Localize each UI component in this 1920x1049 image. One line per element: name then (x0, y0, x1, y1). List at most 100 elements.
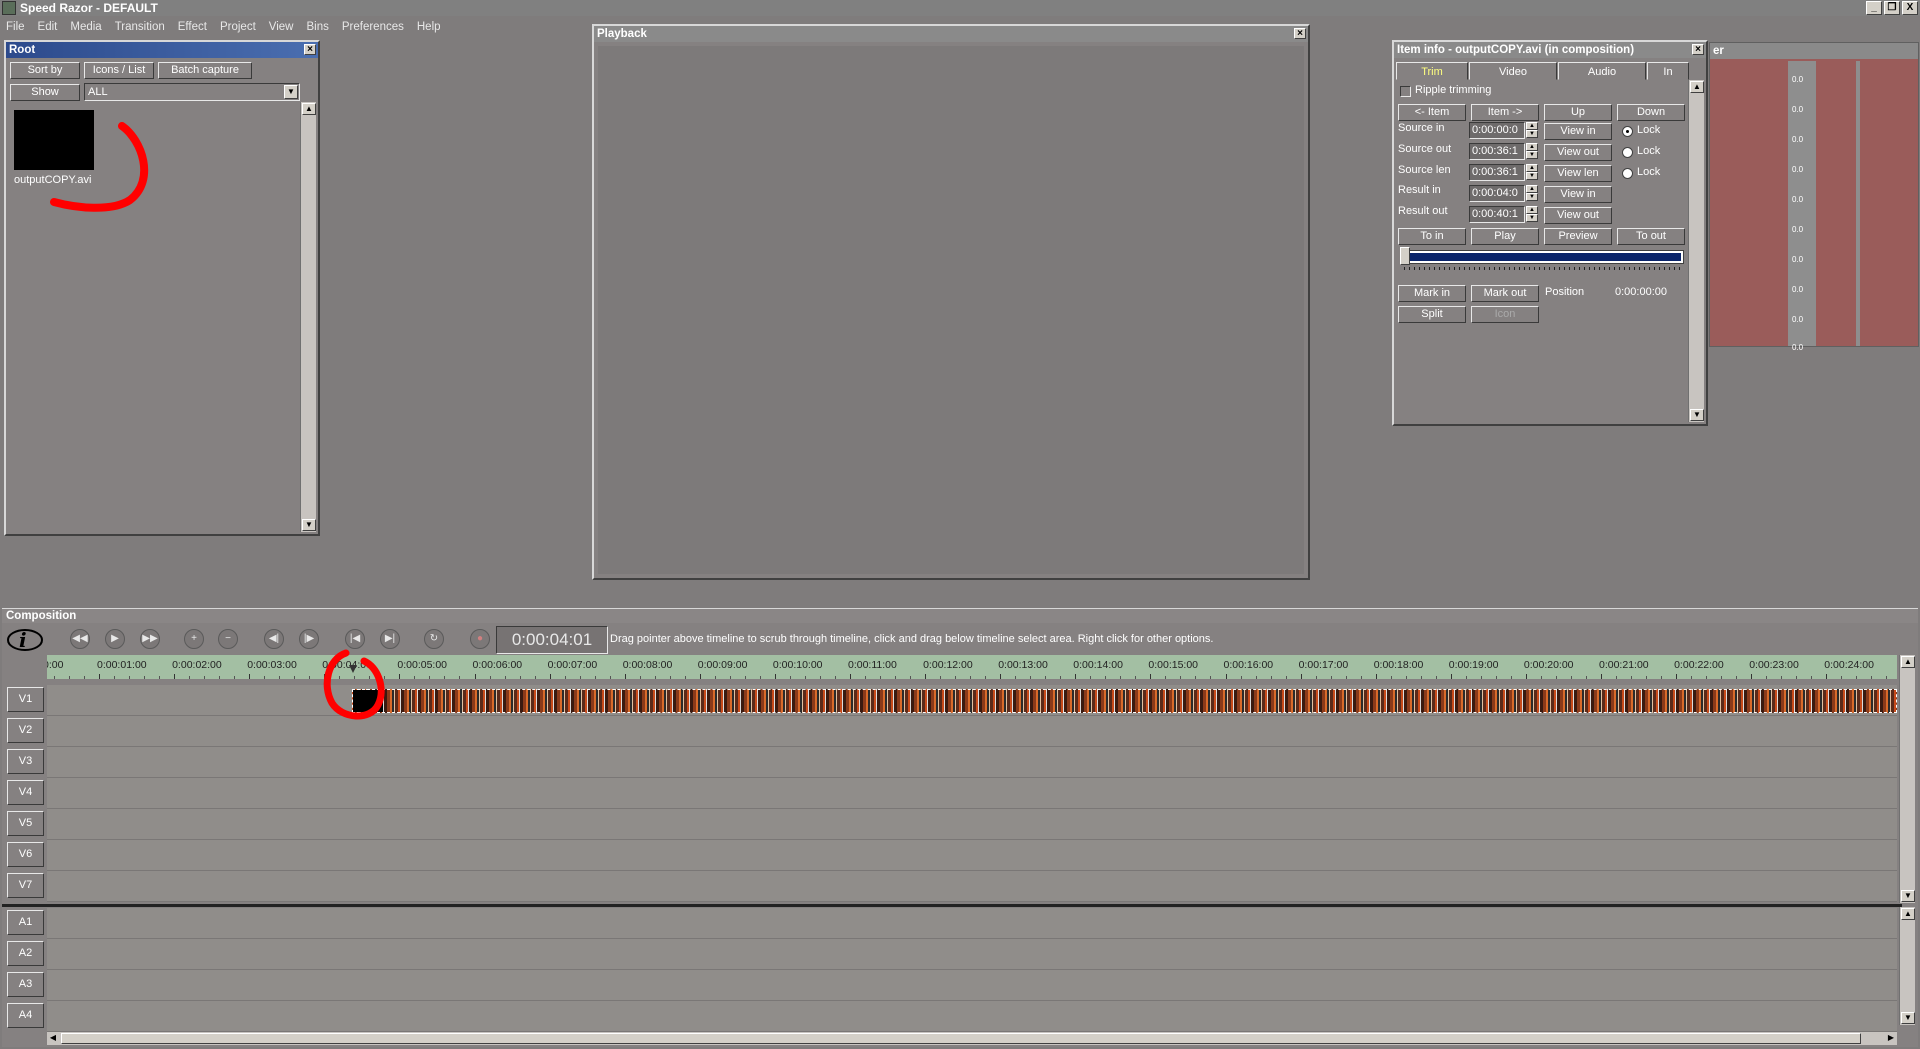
scroll-right-icon[interactable]: ▶ (1885, 1033, 1897, 1044)
audio-track-a4[interactable] (47, 1001, 1897, 1032)
trim-slider-handle[interactable] (1400, 247, 1410, 265)
source-len-field[interactable]: 0:00:36:1 (1469, 164, 1525, 181)
menu-transition[interactable]: Transition (109, 21, 172, 33)
video-track-v3[interactable] (47, 747, 1897, 778)
ripple-trimming-checkbox[interactable] (1400, 86, 1411, 97)
tab-trim[interactable]: Trim (1396, 62, 1468, 80)
scroll-down-icon[interactable]: ▼ (1901, 1012, 1915, 1024)
zoom-in-icon[interactable]: + (184, 629, 204, 649)
timecode-display[interactable]: 0:00:04:01 (496, 626, 608, 654)
zoom-out-icon[interactable]: − (218, 629, 238, 649)
next-item-button[interactable]: Item -> (1471, 104, 1539, 121)
source-in-stepper[interactable]: ▲ ▼ (1526, 122, 1538, 139)
video-track-v7[interactable] (47, 871, 1897, 902)
close-icon[interactable]: × (1294, 28, 1306, 39)
timeline-scroll-thumb[interactable] (61, 1033, 1861, 1044)
video-track-v6[interactable] (47, 840, 1897, 871)
scroll-up-icon[interactable]: ▲ (302, 103, 316, 115)
up-button[interactable]: Up (1544, 104, 1612, 121)
track-label-a1[interactable]: A1 (7, 910, 44, 935)
result-view-out-button[interactable]: View out (1544, 207, 1612, 224)
result-in-stepper[interactable]: ▲ ▼ (1526, 185, 1538, 202)
track-label-a3[interactable]: A3 (7, 972, 44, 997)
down-button[interactable]: Down (1617, 104, 1685, 121)
menu-effect[interactable]: Effect (172, 21, 214, 33)
source-out-lock-radio[interactable] (1622, 147, 1633, 158)
menu-file[interactable]: File (0, 21, 32, 33)
root-bin-scrollbar[interactable]: ▲ ▼ (300, 102, 316, 532)
close-icon[interactable]: × (1692, 44, 1704, 55)
source-len-stepper[interactable]: ▲ ▼ (1526, 164, 1538, 181)
menu-view[interactable]: View (263, 21, 301, 33)
video-clip[interactable] (352, 689, 1897, 713)
minimize-button[interactable]: _ (1866, 1, 1882, 15)
source-len-lock-radio[interactable] (1622, 168, 1633, 179)
timeline-hscrollbar[interactable]: ◀ ▶ (47, 1031, 1897, 1045)
trim-slider[interactable] (1404, 250, 1684, 264)
batch-capture-button[interactable]: Batch capture (158, 62, 252, 79)
icons-list-button[interactable]: Icons / List (84, 62, 154, 79)
source-out-stepper[interactable]: ▲ ▼ (1526, 143, 1538, 160)
tab-in[interactable]: In (1647, 62, 1689, 80)
scroll-up-icon[interactable]: ▲ (1901, 656, 1915, 668)
audio-track-a1[interactable] (47, 908, 1897, 939)
view-in-button[interactable]: View in (1544, 123, 1612, 140)
tab-audio[interactable]: Audio (1558, 62, 1646, 80)
to-out-button[interactable]: To out (1617, 228, 1685, 245)
video-tracks-scrollbar[interactable]: ▲ ▼ (1899, 655, 1915, 903)
fast-forward-icon[interactable]: ▶▶ (140, 629, 160, 649)
track-label-v6[interactable]: V6 (7, 842, 44, 867)
mark-in-button[interactable]: Mark in (1398, 285, 1466, 302)
video-track-v5[interactable] (47, 809, 1897, 840)
play-icon[interactable]: ▶ (105, 629, 125, 649)
audio-tracks-scrollbar[interactable]: ▲ ▼ (1899, 907, 1915, 1025)
source-in-field[interactable]: 0:00:00:0 (1469, 122, 1525, 139)
close-icon[interactable]: × (304, 44, 316, 55)
playback-viewer[interactable] (598, 46, 1304, 574)
rewind-icon[interactable]: ◀◀ (70, 629, 90, 649)
record-icon[interactable]: ● (470, 629, 490, 649)
icon-button[interactable]: Icon (1471, 306, 1539, 323)
track-label-v7[interactable]: V7 (7, 873, 44, 898)
track-label-v5[interactable]: V5 (7, 811, 44, 836)
source-out-field[interactable]: 0:00:36:1 (1469, 143, 1525, 160)
play-button[interactable]: Play (1471, 228, 1539, 245)
loop-icon[interactable]: ↻ (424, 629, 444, 649)
audio-track-a2[interactable] (47, 939, 1897, 970)
restore-button[interactable]: ❐ (1884, 1, 1900, 15)
chevron-down-icon[interactable]: ▼ (284, 85, 298, 99)
preview-button[interactable]: Preview (1544, 228, 1612, 245)
scroll-down-icon[interactable]: ▼ (1690, 409, 1704, 421)
track-label-v3[interactable]: V3 (7, 749, 44, 774)
scroll-up-icon[interactable]: ▲ (1690, 81, 1704, 93)
video-track-v4[interactable] (47, 778, 1897, 809)
to-in-button[interactable]: To in (1398, 228, 1466, 245)
track-label-v4[interactable]: V4 (7, 780, 44, 805)
menu-bins[interactable]: Bins (300, 21, 335, 33)
menu-preferences[interactable]: Preferences (336, 21, 411, 33)
track-label-a2[interactable]: A2 (7, 941, 44, 966)
view-len-button[interactable]: View len (1544, 165, 1612, 182)
prev-item-button[interactable]: <- Item (1398, 104, 1466, 121)
menu-media[interactable]: Media (64, 21, 108, 33)
source-in-lock-radio[interactable] (1622, 126, 1633, 137)
result-view-in-button[interactable]: View in (1544, 186, 1612, 203)
track-label-a4[interactable]: A4 (7, 1003, 44, 1028)
show-button[interactable]: Show (10, 84, 80, 101)
result-in-field[interactable]: 0:00:04:0 (1469, 185, 1525, 202)
scroll-up-icon[interactable]: ▲ (1901, 908, 1915, 920)
mark-out-button[interactable]: Mark out (1471, 285, 1539, 302)
result-out-stepper[interactable]: ▲ ▼ (1526, 206, 1538, 223)
step-back-icon[interactable]: ◀| (264, 629, 284, 649)
split-button[interactable]: Split (1398, 306, 1466, 323)
menu-project[interactable]: Project (214, 21, 263, 33)
scroll-left-icon[interactable]: ◀ (47, 1033, 59, 1044)
scroll-down-icon[interactable]: ▼ (1901, 890, 1915, 902)
close-button[interactable]: X (1902, 1, 1918, 15)
scroll-down-icon[interactable]: ▼ (302, 519, 316, 531)
menu-edit[interactable]: Edit (32, 21, 65, 33)
audio-track-a3[interactable] (47, 970, 1897, 1001)
item-info-scrollbar[interactable]: ▲ ▼ (1688, 80, 1704, 422)
tab-video[interactable]: Video (1469, 62, 1557, 80)
track-label-v2[interactable]: V2 (7, 718, 44, 743)
